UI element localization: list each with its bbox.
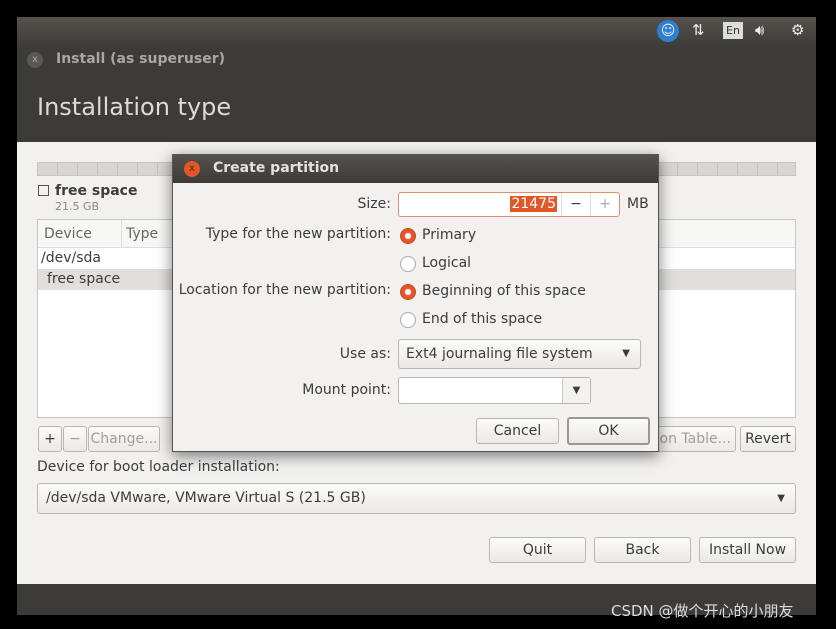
radio-end[interactable] [400,312,416,328]
close-dialog-icon[interactable]: x [184,161,200,177]
boot-loader-label: Device for boot loader installation: [37,459,280,475]
location-label: Location for the new partition: [178,282,391,298]
increment-button[interactable]: + [590,193,619,216]
free-space-swatch [38,185,49,196]
mount-point-label: Mount point: [302,382,391,398]
radio-logical[interactable] [400,256,416,272]
chevron-down-icon[interactable]: ▼ [562,378,590,403]
keyboard-layout-icon[interactable]: En [723,22,743,39]
chevron-down-icon: ▼ [622,348,630,359]
end-label[interactable]: End of this space [422,311,542,327]
logical-label[interactable]: Logical [422,255,471,271]
dialog-title: Create partition [213,160,340,176]
size-unit: MB [627,196,649,212]
column-device[interactable]: Device [44,226,92,242]
size-input[interactable]: 21475 [510,196,557,212]
free-space-label: free space [55,183,138,199]
use-as-value: Ext4 journaling file system [406,346,593,362]
dialog-titlebar: x Create partition [173,155,658,183]
change-partition-button[interactable]: Change... [88,426,160,452]
radio-beginning[interactable] [400,284,416,300]
add-partition-button[interactable]: + [38,426,62,452]
radio-primary[interactable] [400,228,416,244]
page-title: Installation type [37,93,232,121]
use-as-select[interactable]: Ext4 journaling file system ▼ [398,339,641,369]
primary-label[interactable]: Primary [422,227,476,243]
type-label: Type for the new partition: [205,226,391,242]
volume-icon[interactable]: 🔊︎ [755,21,764,39]
beginning-label[interactable]: Beginning of this space [422,283,586,299]
row-device: /dev/sda [41,250,101,266]
use-as-label: Use as: [339,346,391,362]
watermark: CSDN @做个开心的小朋友 [611,602,794,620]
top-panel: ☺ ⇅ En 🔊︎ ⚙ [17,17,816,46]
chevron-down-icon: ▼ [777,493,785,504]
window-title: Install (as superuser) [56,51,225,67]
cancel-button[interactable]: Cancel [476,418,559,444]
quit-button[interactable]: Quit [489,537,586,563]
size-spinbox[interactable]: 21475 − + [398,192,620,217]
size-label: Size: [357,196,391,212]
network-icon[interactable]: ⇅ [692,21,705,39]
back-button[interactable]: Back [594,537,691,563]
row-device: free space [47,271,121,287]
remove-partition-button[interactable]: − [63,426,87,452]
column-type[interactable]: Type [126,226,158,242]
revert-button[interactable]: Revert [740,426,796,452]
accessibility-icon[interactable]: ☺ [657,20,679,42]
install-now-button[interactable]: Install Now [699,537,796,563]
boot-loader-value: /dev/sda VMware, VMware Virtual S (21.5 … [46,490,366,506]
mount-point-combo[interactable]: ▼ [398,377,591,404]
free-space-size: 21.5 GB [55,200,100,213]
ok-button[interactable]: OK [567,417,650,445]
boot-loader-select[interactable]: /dev/sda VMware, VMware Virtual S (21.5 … [37,483,796,514]
close-window-icon[interactable]: x [27,52,43,68]
power-gear-icon[interactable]: ⚙ [791,21,804,39]
decrement-button[interactable]: − [561,193,590,216]
